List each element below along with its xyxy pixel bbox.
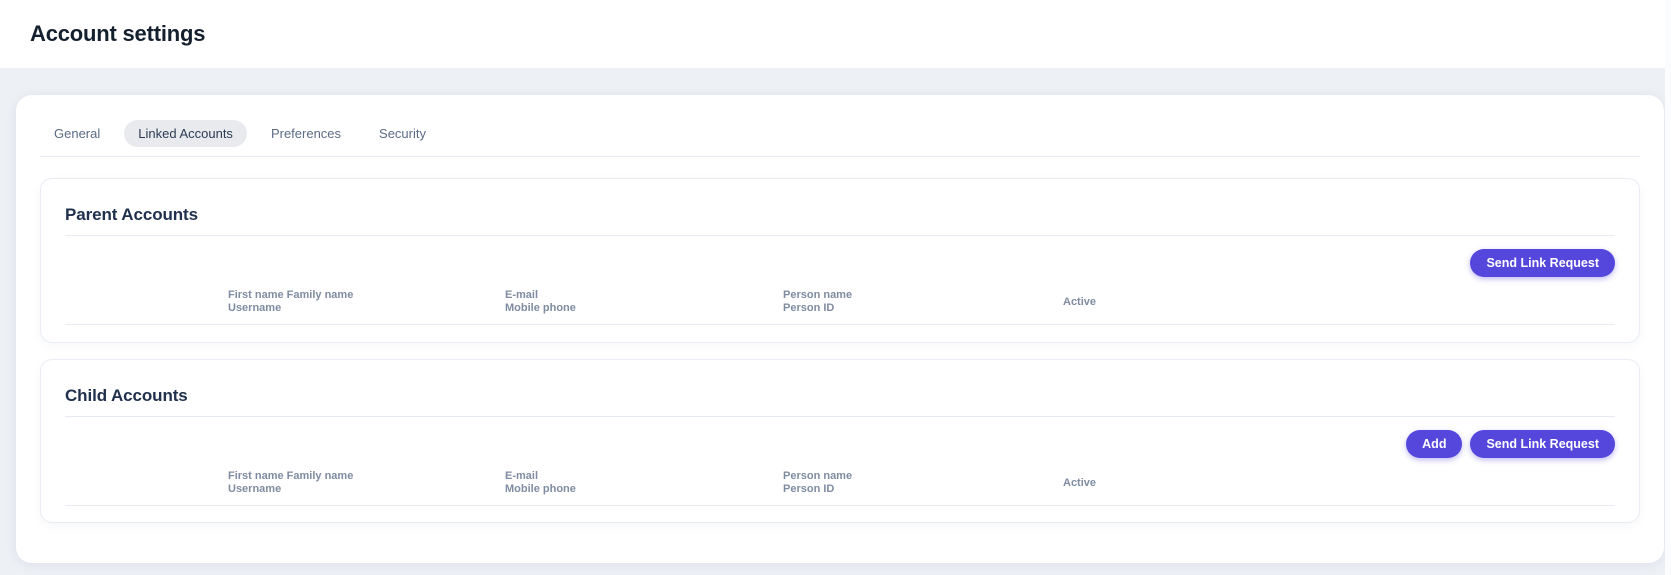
column-header-active: Active: [1063, 477, 1615, 490]
send-link-request-button[interactable]: Send Link Request: [1470, 249, 1615, 277]
account-settings-card: General Linked Accounts Preferences Secu…: [16, 95, 1664, 563]
column-header-person: Person name Person ID: [783, 289, 1063, 315]
parent-accounts-table-header: First name Family name Username E-mail M…: [65, 289, 1615, 315]
parent-accounts-actions: Send Link Request: [65, 249, 1615, 277]
tabs-divider: [40, 156, 1640, 157]
tab-security[interactable]: Security: [365, 120, 440, 147]
page-title: Account settings: [30, 21, 205, 47]
avatar-column-spacer: [65, 470, 228, 496]
column-header-contact: E-mail Mobile phone: [505, 470, 783, 496]
table-divider: [65, 324, 1615, 325]
tab-bar: General Linked Accounts Preferences Secu…: [40, 120, 1640, 147]
tab-general[interactable]: General: [40, 120, 114, 147]
column-header-name: First name Family name Username: [228, 289, 505, 315]
section-divider: [65, 416, 1615, 417]
column-header-active: Active: [1063, 296, 1615, 309]
tab-preferences[interactable]: Preferences: [257, 120, 355, 147]
parent-accounts-section: Parent Accounts Send Link Request First …: [40, 178, 1640, 343]
child-accounts-table-header: First name Family name Username E-mail M…: [65, 470, 1615, 496]
column-header-person: Person name Person ID: [783, 470, 1063, 496]
send-link-request-button[interactable]: Send Link Request: [1470, 430, 1615, 458]
tab-linked-accounts[interactable]: Linked Accounts: [124, 120, 247, 147]
child-accounts-actions: Add Send Link Request: [65, 430, 1615, 458]
child-accounts-section: Child Accounts Add Send Link Request Fir…: [40, 359, 1640, 523]
column-header-name: First name Family name Username: [228, 470, 505, 496]
screen: Account settings General Linked Accounts…: [0, 0, 1671, 575]
table-divider: [65, 505, 1615, 506]
page-header: Account settings: [0, 0, 1671, 68]
add-button[interactable]: Add: [1406, 430, 1462, 458]
avatar-column-spacer: [65, 289, 228, 315]
parent-accounts-title: Parent Accounts: [65, 205, 1615, 225]
scrollbar-track[interactable]: [1665, 0, 1671, 575]
section-divider: [65, 235, 1615, 236]
child-accounts-title: Child Accounts: [65, 386, 1615, 406]
column-header-contact: E-mail Mobile phone: [505, 289, 783, 315]
